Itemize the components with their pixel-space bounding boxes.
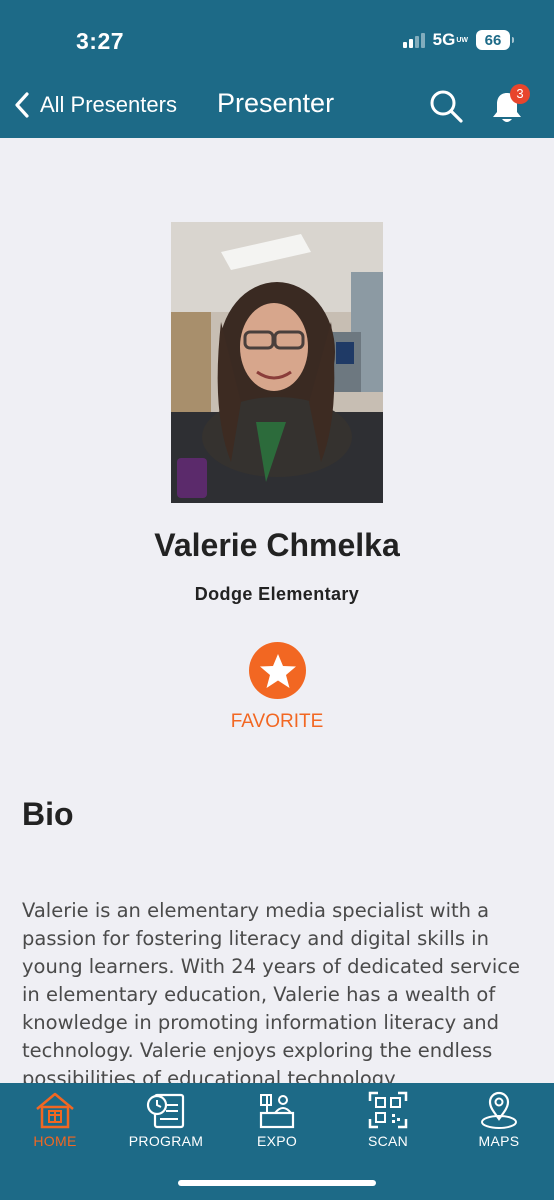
home-indicator[interactable]	[178, 1180, 376, 1186]
network-sub-label: UW	[456, 36, 468, 44]
tab-scan-label: SCAN	[367, 1133, 409, 1149]
tab-scan[interactable]: SCAN	[333, 1089, 443, 1153]
expo-icon	[259, 1094, 295, 1129]
presenter-organization: Dodge Elementary	[194, 584, 360, 604]
bio-heading: Bio	[22, 796, 74, 832]
tab-expo[interactable]: EXPO	[222, 1089, 332, 1153]
home-icon	[36, 1092, 74, 1129]
tab-expo-label: EXPO	[256, 1133, 298, 1149]
back-button[interactable]: All Presenters	[12, 90, 177, 120]
tab-home-label: HOME	[33, 1133, 77, 1149]
tab-program[interactable]: PROGRAM	[111, 1089, 221, 1153]
program-icon	[146, 1093, 185, 1129]
battery-icon: 66	[476, 30, 514, 50]
presenter-name: Valerie Chmelka	[154, 527, 400, 563]
page-title: Presenter	[217, 88, 335, 118]
bio-text: Valerie is an elementary media specialis…	[22, 899, 520, 1083]
notifications-button[interactable]: 3	[488, 84, 530, 128]
app-header: 3:27 5G UW 66 All Presenters Presenter 3	[0, 0, 554, 138]
tab-program-label: PROGRAM	[128, 1133, 204, 1149]
favorite-label[interactable]: FAVORITE	[0, 711, 554, 733]
network-label: 5G	[432, 30, 456, 49]
favorite-button[interactable]	[249, 642, 306, 699]
tab-maps-label: MAPS	[478, 1133, 520, 1149]
tab-home[interactable]: HOME	[0, 1089, 110, 1153]
presenter-photo	[171, 222, 383, 503]
tab-maps[interactable]: MAPS	[444, 1089, 554, 1153]
status-time: 3:27	[76, 28, 125, 54]
back-button-label: All Presenters	[40, 92, 177, 117]
chevron-left-icon	[15, 92, 29, 118]
search-icon[interactable]	[428, 88, 464, 124]
notification-badge: 3	[510, 84, 530, 104]
signal-icon	[402, 32, 425, 48]
map-pin-icon	[481, 1091, 517, 1129]
status-indicators: 5G UW 66	[402, 30, 514, 50]
star-icon	[259, 653, 296, 688]
network-indicator: 5G UW	[433, 30, 468, 50]
qr-scan-icon	[368, 1091, 408, 1129]
